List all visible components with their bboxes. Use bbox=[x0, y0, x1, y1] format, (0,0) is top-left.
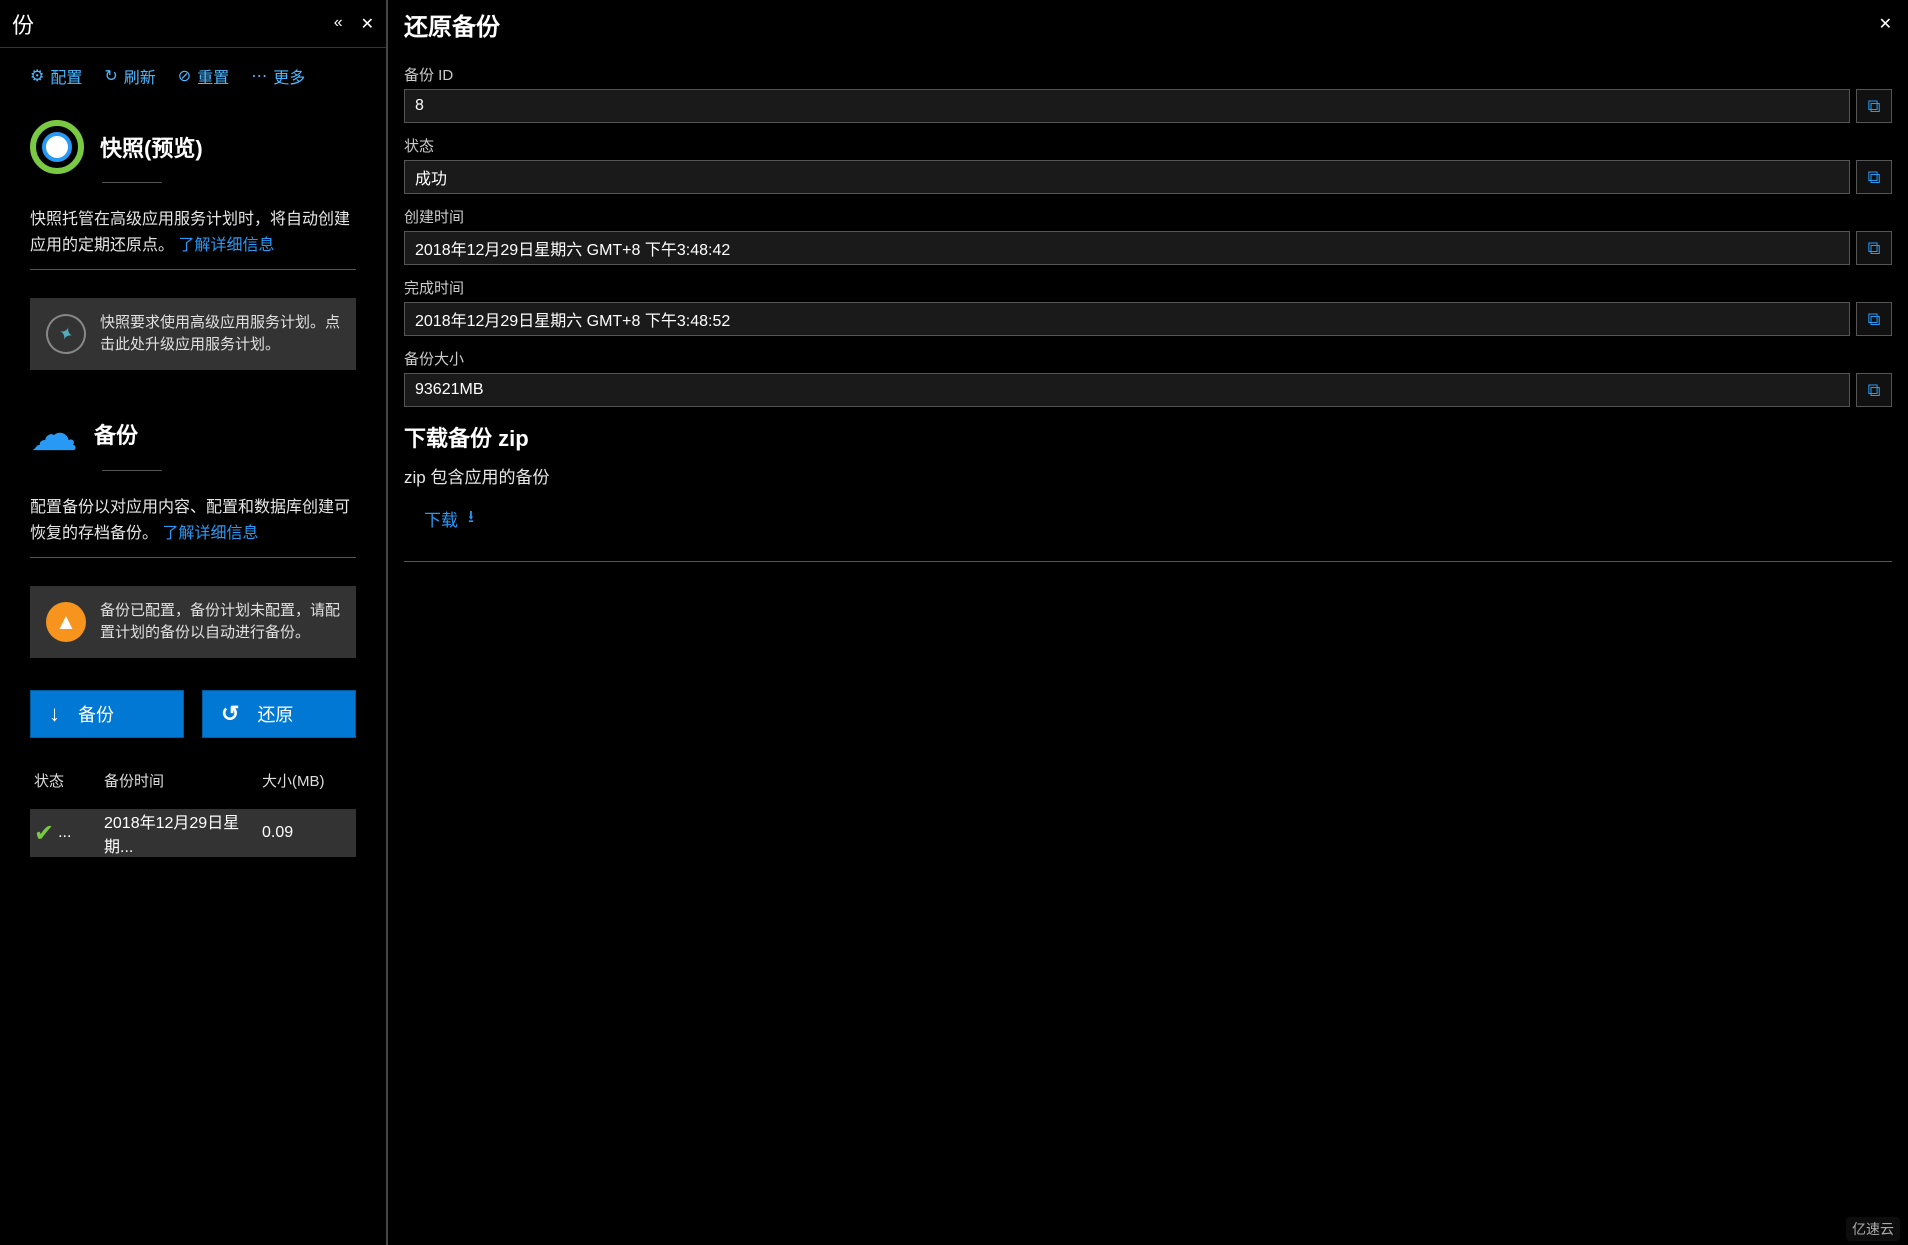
close-icon[interactable]: ✕ bbox=[361, 14, 374, 34]
label-finished: 完成时间 bbox=[404, 277, 1892, 298]
backup-learn-more-link[interactable]: 了解详细信息 bbox=[162, 525, 258, 542]
divider bbox=[102, 182, 162, 183]
copy-button[interactable]: ⧉ bbox=[1856, 89, 1892, 123]
download-link-label: 下载 bbox=[424, 506, 458, 531]
copy-button[interactable]: ⧉ bbox=[1856, 160, 1892, 194]
toolbar-reset-label: 重置 bbox=[197, 64, 229, 88]
copy-icon: ⧉ bbox=[1868, 167, 1881, 188]
divider bbox=[404, 561, 1892, 562]
input-status[interactable] bbox=[404, 160, 1850, 194]
action-row: ↓ 备份 ↺ 还原 bbox=[30, 690, 356, 738]
snapshot-title: 快照(预览) bbox=[100, 131, 203, 163]
input-finished[interactable] bbox=[404, 302, 1850, 336]
check-icon: ✔ bbox=[34, 819, 54, 848]
toolbar-more[interactable]: ⋯ 更多 bbox=[251, 64, 305, 88]
prohibit-icon: ⊘ bbox=[178, 66, 191, 86]
header-icons: « ✕ bbox=[334, 14, 374, 34]
backup-title: 备份 bbox=[94, 418, 138, 450]
toolbar-refresh-label: 刷新 bbox=[124, 64, 156, 88]
snapshot-learn-more-link[interactable]: 了解详细信息 bbox=[178, 237, 274, 254]
right-panel: 还原备份 ✕ 备份 ID ⧉ 状态 ⧉ 创建时间 ⧉ 完成时间 bbox=[388, 0, 1908, 1245]
snapshot-notice-text: 快照要求使用高级应用服务计划。点击此处升级应用服务计划。 bbox=[100, 312, 340, 356]
toolbar-refresh[interactable]: ↻ 刷新 bbox=[104, 64, 155, 88]
cloud-icon: ☁ bbox=[30, 406, 78, 462]
download-link[interactable]: 下载 ⭳ bbox=[404, 504, 1892, 533]
clock-icon bbox=[30, 120, 84, 174]
left-header: 份 « ✕ bbox=[0, 0, 386, 48]
backup-notice: ▲ 备份已配置，备份计划未配置，请配置计划的备份以自动进行备份。 bbox=[30, 586, 356, 658]
atom-icon: ✦ bbox=[46, 314, 86, 354]
snapshot-notice[interactable]: ✦ 快照要求使用高级应用服务计划。点击此处升级应用服务计划。 bbox=[30, 298, 356, 370]
field-size: 备份大小 ⧉ bbox=[404, 348, 1892, 407]
backup-button-label: 备份 bbox=[78, 701, 114, 727]
label-backup-id: 备份 ID bbox=[404, 64, 1892, 85]
col-size: 大小(MB) bbox=[262, 770, 352, 791]
right-header: 还原备份 ✕ bbox=[388, 0, 1908, 48]
download-text: zip 包含应用的备份 bbox=[404, 463, 1892, 488]
input-created[interactable] bbox=[404, 231, 1850, 265]
row-status: ✔... bbox=[34, 819, 104, 848]
label-created: 创建时间 bbox=[404, 206, 1892, 227]
copy-icon: ⧉ bbox=[1868, 309, 1881, 330]
right-title: 还原备份 bbox=[404, 7, 500, 42]
divider bbox=[30, 557, 356, 558]
panel-title: 份 bbox=[12, 8, 34, 40]
table-header: 状态 备份时间 大小(MB) bbox=[30, 770, 356, 791]
row-time: 2018年12月29日星期... bbox=[104, 809, 262, 857]
refresh-icon: ↻ bbox=[104, 66, 117, 86]
toolbar-configure-label: 配置 bbox=[50, 64, 82, 88]
backup-button[interactable]: ↓ 备份 bbox=[30, 690, 184, 738]
row-size: 0.09 bbox=[262, 824, 352, 842]
col-time: 备份时间 bbox=[104, 770, 262, 791]
backup-desc: 配置备份以对应用内容、配置和数据库创建可恢复的存档备份。 了解详细信息 bbox=[30, 495, 356, 547]
table-row[interactable]: ✔... 2018年12月29日星期... 0.09 bbox=[30, 809, 356, 857]
copy-icon: ⧉ bbox=[1868, 238, 1881, 259]
field-status: 状态 ⧉ bbox=[404, 135, 1892, 194]
watermark: 亿速云 bbox=[1846, 1217, 1900, 1241]
download-heading: 下载备份 zip bbox=[404, 421, 1892, 453]
label-size: 备份大小 bbox=[404, 348, 1892, 369]
snapshot-desc: 快照托管在高级应用服务计划时，将自动创建应用的定期还原点。 了解详细信息 bbox=[30, 207, 356, 259]
restore-button-label: 还原 bbox=[257, 701, 293, 727]
download-icon: ↓ bbox=[49, 701, 60, 727]
restore-button[interactable]: ↺ 还原 bbox=[202, 690, 356, 738]
label-status: 状态 bbox=[404, 135, 1892, 156]
left-body: 快照(预览) 快照托管在高级应用服务计划时，将自动创建应用的定期还原点。 了解详… bbox=[0, 100, 386, 1245]
field-finished: 完成时间 ⧉ bbox=[404, 277, 1892, 336]
divider bbox=[30, 269, 356, 270]
copy-button[interactable]: ⧉ bbox=[1856, 231, 1892, 265]
copy-icon: ⧉ bbox=[1868, 380, 1881, 401]
divider bbox=[102, 470, 162, 471]
left-panel: 份 « ✕ ⚙ 配置 ↻ 刷新 ⊘ 重置 ⋯ 更多 快照(预览) bbox=[0, 0, 388, 1245]
backup-section-head: ☁ 备份 bbox=[30, 406, 356, 462]
field-created: 创建时间 ⧉ bbox=[404, 206, 1892, 265]
ellipsis: ... bbox=[58, 824, 71, 842]
warning-icon: ▲ bbox=[46, 602, 86, 642]
toolbar-reset[interactable]: ⊘ 重置 bbox=[178, 64, 229, 88]
copy-button[interactable]: ⧉ bbox=[1856, 302, 1892, 336]
toolbar-more-label: 更多 bbox=[273, 64, 305, 88]
input-backup-id[interactable] bbox=[404, 89, 1850, 123]
close-icon[interactable]: ✕ bbox=[1879, 14, 1892, 34]
snapshot-section-head: 快照(预览) bbox=[30, 120, 356, 174]
input-size[interactable] bbox=[404, 373, 1850, 407]
collapse-icon[interactable]: « bbox=[334, 14, 343, 34]
right-body: 备份 ID ⧉ 状态 ⧉ 创建时间 ⧉ 完成时间 ⧉ bbox=[388, 48, 1908, 562]
download-icon: ⭳ bbox=[468, 504, 474, 533]
copy-button[interactable]: ⧉ bbox=[1856, 373, 1892, 407]
field-backup-id: 备份 ID ⧉ bbox=[404, 64, 1892, 123]
backup-notice-text: 备份已配置，备份计划未配置，请配置计划的备份以自动进行备份。 bbox=[100, 600, 340, 644]
more-icon: ⋯ bbox=[251, 66, 267, 86]
copy-icon: ⧉ bbox=[1868, 96, 1881, 117]
restore-icon: ↺ bbox=[221, 701, 239, 727]
toolbar: ⚙ 配置 ↻ 刷新 ⊘ 重置 ⋯ 更多 bbox=[0, 48, 386, 100]
toolbar-configure[interactable]: ⚙ 配置 bbox=[30, 64, 82, 88]
col-status: 状态 bbox=[34, 770, 104, 791]
gear-icon: ⚙ bbox=[30, 66, 44, 86]
